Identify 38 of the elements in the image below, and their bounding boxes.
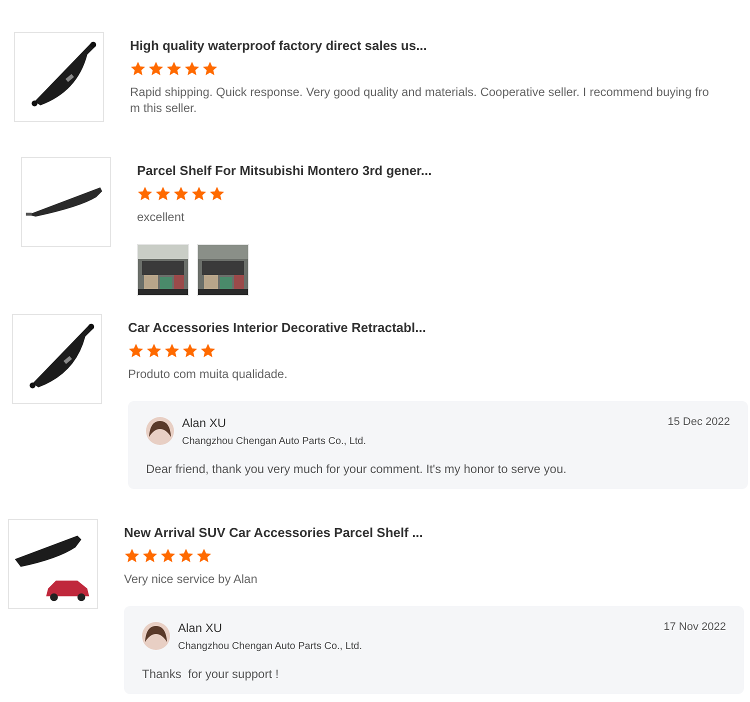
company-name: Changzhou Chengan Auto Parts Co., Ltd.: [182, 435, 366, 449]
product-title[interactable]: Car Accessories Interior Decorative Retractabl...: [128, 319, 426, 337]
product-title[interactable]: Parcel Shelf For Mitsubishi Montero 3rd gener...: [137, 162, 432, 180]
review-comment: Very nice service by Alan: [124, 571, 258, 587]
star-icon: [178, 548, 194, 563]
star-icon: [146, 343, 162, 358]
reply-text: Dear friend, thank you very much for your comment. It's my honor to serve you.: [146, 461, 566, 477]
star-icon: [209, 186, 225, 201]
product-title[interactable]: High quality waterproof factory direct sales us...: [130, 37, 427, 55]
star-icon: [148, 61, 164, 76]
star-icon: [182, 343, 198, 358]
star-icon: [137, 186, 153, 201]
star-icon: [155, 186, 171, 201]
star-icon: [173, 186, 189, 201]
star-icon: [160, 548, 176, 563]
reply-date: 15 Dec 2022: [668, 415, 730, 429]
star-icon: [130, 61, 146, 76]
review-comment: Rapid shipping. Quick response. Very good quality and materials. Cooperative seller. I recommend buying from this seller.: [130, 84, 710, 116]
star-icon: [142, 548, 158, 563]
seller-name: Alan XU: [182, 415, 226, 431]
reply-text: Thanks for your support !: [142, 666, 279, 682]
review-comment: excellent: [137, 209, 186, 225]
star-icon: [200, 343, 216, 358]
star-icon: [191, 186, 207, 201]
star-icon: [166, 61, 182, 76]
star-icon: [196, 548, 212, 563]
star-icon: [184, 61, 200, 76]
seller-name: Alan XU: [178, 620, 222, 636]
company-name: Changzhou Chengan Auto Parts Co., Ltd.: [178, 640, 362, 654]
avatar-icon: [142, 622, 170, 650]
review-comment: Produto com muita qualidade.: [128, 366, 288, 382]
star-icon: [124, 548, 140, 563]
product-title[interactable]: New Arrival SUV Car Accessories Parcel Shelf ...: [124, 524, 423, 542]
star-icon: [164, 343, 180, 358]
star-icon: [202, 61, 218, 76]
star-icon: [128, 343, 144, 358]
reply-date: 17 Nov 2022: [664, 620, 726, 634]
avatar-icon: [146, 417, 174, 445]
